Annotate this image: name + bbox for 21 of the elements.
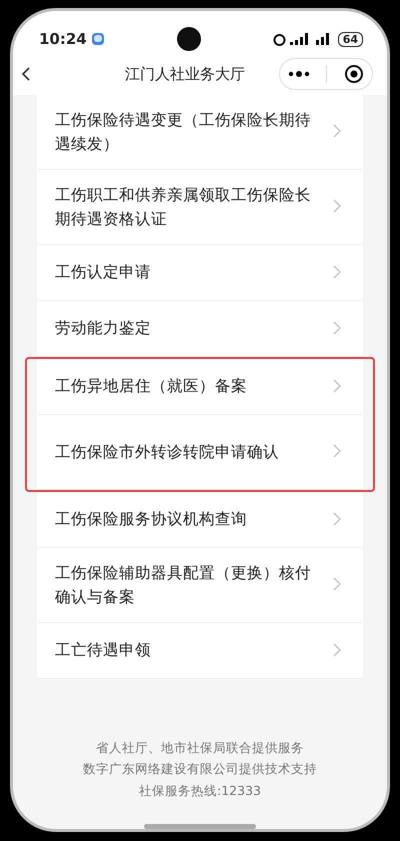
back-icon[interactable] — [21, 67, 31, 82]
service-item[interactable]: 工伤职工和供养亲属领取工伤保险长期待遇资格认证 — [37, 170, 363, 245]
message-icon — [90, 32, 105, 46]
alarm-icon — [272, 32, 286, 46]
service-item[interactable]: 工伤认定申请 — [37, 244, 363, 301]
footer-text: 社保服务热线:12333 — [138, 782, 262, 800]
page-title: 江门人社业务大厅 — [124, 64, 246, 86]
status-time: 10:24 — [39, 29, 87, 50]
capsule-menu[interactable] — [279, 58, 373, 90]
camera-hole — [176, 27, 201, 52]
battery-level: 64 — [338, 32, 363, 47]
service-item[interactable]: 工伤保险待遇变更（工伤保险长期待遇续发） — [37, 94, 363, 170]
more-icon[interactable] — [288, 71, 310, 78]
service-item[interactable]: 劳动能力鉴定 — [37, 300, 363, 357]
service-item[interactable]: 工伤保险市外转诊转院申请确认 — [37, 414, 363, 490]
footer-text: 数字广东网络建设有限公司提供技术支持 — [82, 760, 318, 778]
service-item[interactable]: 工亡待遇申领 — [37, 622, 363, 679]
service-item[interactable]: 工伤保险服务协议机构查询 — [37, 492, 363, 548]
footer-text: 省人社厅、地市社保局联合提供服务 — [95, 738, 305, 757]
service-item[interactable]: 工伤异地居住（就医）备案 — [37, 358, 363, 415]
service-item[interactable]: 工伤保险辅助器具配置（更换）核付确认与备案 — [37, 548, 363, 623]
